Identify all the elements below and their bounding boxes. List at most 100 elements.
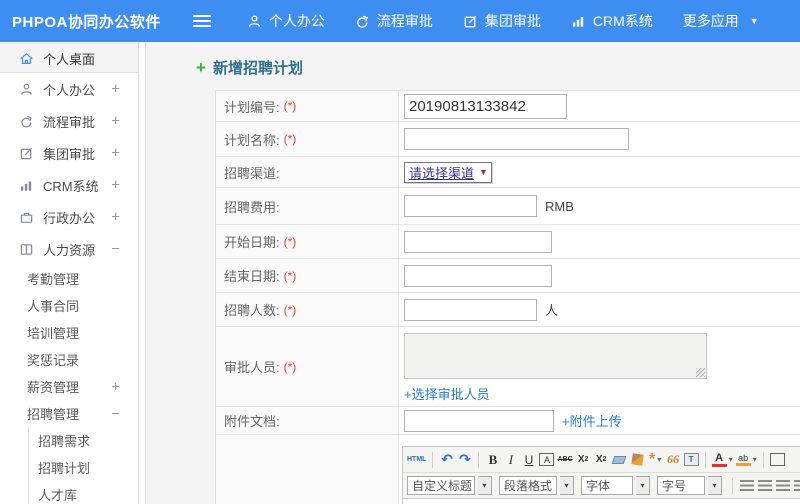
sidebar-item-training[interactable]: 培训管理 <box>0 319 138 346</box>
nav-item-group-approval[interactable]: 集团审批 <box>463 11 541 31</box>
edit-icon <box>18 145 34 161</box>
font-size-select[interactable]: 字号 <box>657 476 705 495</box>
align-center-button[interactable] <box>757 477 772 495</box>
paste-icon: T <box>683 453 699 466</box>
bold-button[interactable]: B <box>485 451 500 469</box>
attachment-upload-link[interactable]: +附件上传 <box>562 411 622 430</box>
headcount-input[interactable] <box>404 298 537 321</box>
start-date-input[interactable] <box>404 230 552 253</box>
justify-button[interactable] <box>793 477 800 495</box>
eraser-button[interactable] <box>611 451 627 469</box>
italic-button[interactable]: I <box>503 451 518 469</box>
sidebar-item-group-approval[interactable]: 集团审批 + <box>0 137 138 169</box>
sidebar-item-salary[interactable]: 薪资管理 + <box>0 373 138 400</box>
subscript-button[interactable]: X2 <box>594 451 609 469</box>
menu-toggle-button[interactable] <box>192 15 211 27</box>
redo-button[interactable]: ↷ <box>457 451 472 469</box>
expand-icon[interactable]: + <box>111 114 120 129</box>
sidebar-scrollbar-track[interactable] <box>138 42 146 504</box>
expand-icon[interactable]: + <box>111 82 120 97</box>
underline-button[interactable]: U <box>521 451 536 469</box>
caret-down-icon[interactable]: ▾ <box>478 476 492 495</box>
expand-icon[interactable]: + <box>111 146 120 161</box>
caret-down-icon[interactable]: ▾ <box>708 476 722 495</box>
field-label: 附件文档: <box>224 414 280 429</box>
align-right-button[interactable] <box>775 477 790 495</box>
attachment-input[interactable] <box>404 409 554 432</box>
undo-button[interactable]: ↶ <box>439 451 454 469</box>
highlight-icon: ab <box>735 453 751 466</box>
sidebar-item-label: 流程审批 <box>43 114 96 130</box>
end-date-input[interactable] <box>404 264 552 287</box>
required-marker: (*) <box>283 99 297 113</box>
field-label: 审批人员: <box>224 360 280 375</box>
sidebar-item-label: 薪资管理 <box>27 380 80 395</box>
field-label: 招聘渠道: <box>224 165 280 181</box>
sidebar-item-personal-office[interactable]: 个人办公 + <box>0 73 138 105</box>
sidebar-item-label: 考勤管理 <box>27 272 80 287</box>
sidebar-item-talent-pool[interactable]: 人才库 <box>29 481 138 504</box>
strikethrough-button[interactable]: ABC <box>557 451 572 469</box>
font-box-button[interactable]: A <box>539 453 555 466</box>
required-marker: (*) <box>283 132 297 146</box>
editor-toolbar-row1: HTML ↶ ↷ B I U A ABC X2 X 2 * ▾ 66 T A ▾… <box>403 447 800 472</box>
approver-textarea[interactable] <box>404 333 707 379</box>
field-label: 结束日期: <box>224 269 280 284</box>
font-color-button[interactable]: A ▾ <box>711 451 733 469</box>
field-label: 计划名称: <box>224 132 280 148</box>
nav-item-crm[interactable]: CRM系统 <box>571 11 653 31</box>
sidebar-item-label: 招聘计划 <box>38 461 91 476</box>
font-family-select[interactable]: 字体 <box>581 476 633 495</box>
field-row-end-date: 结束日期: (*) <box>216 259 800 293</box>
expand-icon[interactable]: − <box>111 242 120 257</box>
sidebar-item-recruitment-plan[interactable]: 招聘计划 <box>29 454 138 481</box>
html-source-button[interactable]: HTML <box>407 451 426 469</box>
sidebar-item-hr[interactable]: 人力资源 − <box>0 233 138 265</box>
sidebar-item-admin-office[interactable]: 行政办公 + <box>0 201 138 233</box>
sidebar-item-attendance[interactable]: 考勤管理 <box>0 265 138 292</box>
superscript-button[interactable]: X2 <box>576 451 591 469</box>
field-row-plan-number: 计划编号: (*) <box>216 91 800 122</box>
briefcase-icon <box>18 209 34 225</box>
fee-input[interactable] <box>404 195 537 217</box>
paste-button[interactable]: T <box>683 451 699 469</box>
chart-icon <box>571 14 586 29</box>
expand-icon[interactable]: − <box>111 406 120 421</box>
caret-down-icon[interactable]: ▾ <box>560 476 574 495</box>
expand-icon[interactable]: + <box>111 379 120 394</box>
nav-item-personal-office[interactable]: 个人办公 <box>247 11 325 31</box>
nav-item-more-apps[interactable]: 更多应用 ▼ <box>683 11 759 31</box>
workflow-icon <box>355 14 370 29</box>
paragraph-select[interactable]: 段落格式 <box>499 476 557 495</box>
select-approver-link[interactable]: +选择审批人员 <box>404 384 490 403</box>
field-row-editor: HTML ↶ ↷ B I U A ABC X2 X 2 * ▾ 66 T A ▾… <box>216 435 800 504</box>
sidebar-item-recruitment-demand[interactable]: 招聘需求 <box>29 427 138 454</box>
field-row-approvers: 审批人员: (*) +选择审批人员 <box>216 327 800 407</box>
sidebar-item-label: CRM系统 <box>43 178 99 194</box>
plan-name-input[interactable] <box>404 128 629 150</box>
user-icon <box>18 81 34 97</box>
sidebar-item-recruitment[interactable]: 招聘管理 − <box>0 400 138 427</box>
sidebar-item-label: 个人办公 <box>43 82 96 98</box>
editor-content[interactable] <box>403 498 800 504</box>
plan-number-input[interactable] <box>404 93 567 119</box>
sidebar-item-personal-desktop[interactable]: 个人桌面 <box>0 43 138 73</box>
highlight-color-button[interactable]: ab ▾ <box>735 451 757 469</box>
blockquote-button[interactable]: 66 <box>666 451 681 469</box>
sidebar-item-workflow-approval[interactable]: 流程审批 + <box>0 105 138 137</box>
expand-icon[interactable]: + <box>111 210 120 225</box>
sidebar-item-hr-contract[interactable]: 人事合同 <box>0 292 138 319</box>
channel-select[interactable]: 请选择渠道 ▼ <box>404 161 492 183</box>
nav-label: 个人办公 <box>268 13 325 29</box>
caret-down-icon[interactable]: ▾ <box>636 476 650 495</box>
align-left-button[interactable] <box>739 477 754 495</box>
magic-format-button[interactable]: * ▾ <box>648 451 663 469</box>
field-row-start-date: 开始日期: (*) <box>216 225 800 259</box>
heading-select[interactable]: 自定义标题 <box>407 476 475 495</box>
sidebar-item-rewards[interactable]: 奖惩记录 <box>0 346 138 373</box>
expand-icon[interactable]: + <box>111 178 120 193</box>
nav-item-workflow-approval[interactable]: 流程审批 <box>355 11 433 31</box>
format-brush-button[interactable] <box>630 451 645 469</box>
extra-button[interactable] <box>769 453 785 466</box>
sidebar-item-crm[interactable]: CRM系统 + <box>0 169 138 201</box>
